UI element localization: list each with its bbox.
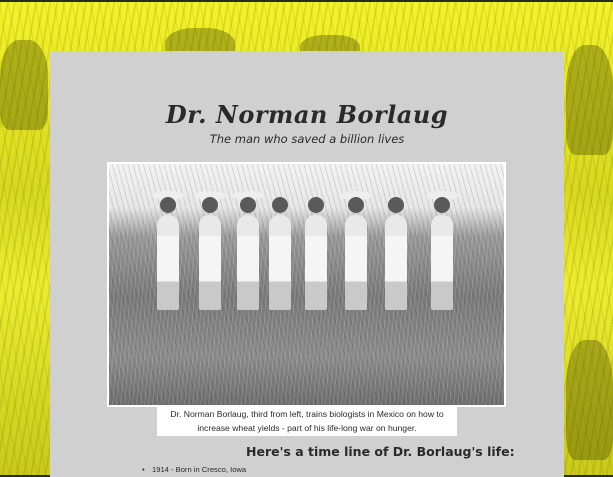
photo-caption: Dr. Norman Borlaug, third from left, tra… (157, 407, 457, 436)
photo-person (340, 191, 372, 310)
timeline-heading: Here's a time line of Dr. Borlaug's life… (246, 444, 515, 459)
background-person-silhouette (0, 40, 48, 130)
photo-person (426, 191, 458, 310)
background-person-silhouette (566, 45, 613, 155)
timeline-list: 1914 - Born in Cresco, Iowa (140, 465, 246, 474)
photo-person (232, 191, 264, 310)
photo-person (269, 197, 291, 310)
page-title: Dr. Norman Borlaug (165, 100, 449, 129)
top-dark-band (0, 0, 613, 2)
photo-frame (107, 162, 506, 407)
photo-person (305, 197, 327, 310)
timeline-item: 1914 - Born in Cresco, Iowa (140, 465, 246, 474)
photo-person (194, 191, 226, 310)
photo-person (152, 191, 184, 310)
background-person-silhouette (566, 340, 613, 460)
page-subtitle: The man who saved a billion lives (209, 132, 405, 146)
content-panel: Dr. Norman Borlaug The man who saved a b… (50, 51, 564, 477)
photo-person (385, 197, 407, 310)
borlaug-wheat-field-photo (109, 164, 504, 405)
